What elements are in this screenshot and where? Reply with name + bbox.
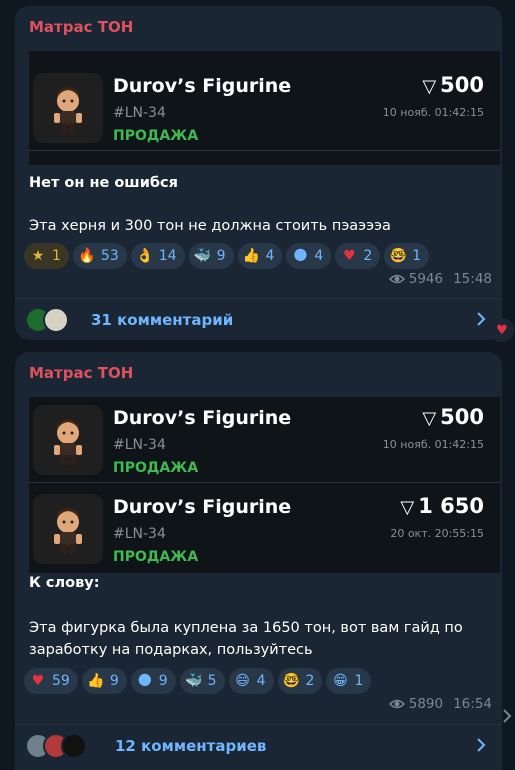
channel-name[interactable]: Матрас ТОН	[29, 364, 133, 382]
gift-price: ▽ 500	[422, 405, 484, 429]
channel-post: Матрас ТОН Durov’s Figurine #LN-34 ПРОДА…	[15, 6, 502, 340]
figurine-icon	[54, 419, 82, 465]
gift-code: #LN-34	[113, 437, 166, 453]
ton-icon: ▽	[400, 497, 415, 518]
post-time: 16:54	[453, 696, 492, 712]
reaction-chip[interactable]: ♥ 2	[335, 243, 381, 269]
channel-post: Матрас ТОН Durov’s Figurine #LN-34 ПРОДА…	[15, 352, 502, 770]
avatar	[61, 733, 87, 759]
post-text: Эта херня и 300 тон не должна стоить пэа…	[29, 218, 391, 234]
reaction-chip[interactable]: 😁 1	[326, 668, 372, 694]
sale-status: ПРОДАЖА	[113, 460, 199, 476]
figurine-icon	[54, 87, 82, 133]
gift-name: Durov’s Figurine	[113, 407, 292, 429]
gift-thumbnail	[33, 494, 103, 564]
comments-count[interactable]: 31 комментарий	[91, 311, 233, 329]
gift-price: ▽ 1 650	[400, 494, 484, 518]
fire-icon: 🔥	[78, 248, 96, 264]
sale-status: ПРОДАЖА	[113, 128, 199, 144]
post-text: К слову:	[29, 575, 100, 591]
whale-icon: 🐳	[193, 248, 212, 264]
sticker-face-icon: 😁	[333, 673, 348, 689]
reaction-chip[interactable]: 🐳 5	[179, 668, 225, 694]
reaction-chip[interactable]: 😄 4	[228, 668, 274, 694]
reaction-chip[interactable]: 👌 14	[130, 243, 185, 269]
reaction-chip[interactable]: 🤓 2	[277, 668, 323, 694]
gift-price: ▽ 500	[422, 73, 484, 97]
divider	[29, 482, 500, 483]
emoji-face-icon: 🌑	[293, 248, 308, 264]
gift-code: #LN-34	[113, 526, 166, 542]
figurine-icon	[54, 508, 82, 554]
nerd-face-icon: 🤓	[282, 673, 301, 689]
chevron-right-icon	[477, 738, 486, 752]
gift-thumbnail	[33, 405, 103, 475]
heart-icon: ♥	[343, 248, 356, 264]
avatar	[43, 307, 69, 333]
reaction-chip[interactable]: ♥ 59	[24, 668, 78, 694]
gift-cards-block: Durov’s Figurine #LN-34 ПРОДАЖА ▽ 500 10 …	[29, 51, 500, 165]
post-text: Нет он не ошибся	[29, 175, 178, 191]
heart-icon: ♥	[31, 673, 45, 689]
gift-name: Durov’s Figurine	[113, 496, 292, 518]
post-time: 15:48	[453, 271, 492, 287]
post-meta: 5946 15:48	[388, 271, 492, 287]
reaction-chip[interactable]: 🐳 9	[188, 243, 234, 269]
gift-card[interactable]: Durov’s Figurine #LN-34 ПРОДАЖА ▽ 1 650 2…	[29, 486, 500, 572]
views-count: 5946	[408, 271, 444, 287]
reaction-chip[interactable]: 👍 9	[81, 668, 127, 694]
post-text: Эта фигурка была куплена за 1650 тон, во…	[29, 620, 463, 658]
whale-icon: 🐳	[184, 673, 203, 689]
comments-count[interactable]: 12 комментариев	[115, 737, 266, 755]
sale-datetime: 10 нояб. 01:42:15	[382, 438, 484, 451]
sale-status: ПРОДАЖА	[113, 549, 199, 565]
reaction-chip[interactable]: 🤓 1	[384, 243, 430, 269]
star-icon: ★	[31, 248, 45, 264]
thumbs-up-icon: 👍	[242, 248, 261, 264]
nerd-face-icon: 🤓	[389, 248, 407, 264]
reactions-bar: ♥ 59 👍 9 🌑 9 🐳 5 😄 4 🤓 2 😁 1	[24, 668, 372, 694]
ton-icon: ▽	[422, 76, 437, 97]
gift-code: #LN-34	[113, 105, 166, 121]
chevron-right-icon	[477, 312, 486, 326]
gift-card[interactable]: Durov’s Figurine #LN-34 ПРОДАЖА ▽ 500 10 …	[29, 65, 500, 151]
reaction-chip[interactable]: 🌑 9	[130, 668, 176, 694]
emoji-face-icon: 🌑	[137, 673, 153, 689]
comments-bar[interactable]: 12 комментариев	[15, 724, 502, 766]
commenter-avatars	[25, 307, 69, 333]
channel-name[interactable]: Матрас ТОН	[29, 18, 133, 36]
thumbs-up-icon: 👍	[87, 673, 105, 689]
comments-bar[interactable]: 31 комментарий	[15, 298, 502, 340]
reaction-chip[interactable]: 👍 4	[237, 243, 283, 269]
grin-icon: 😄	[235, 673, 250, 689]
gift-thumbnail	[33, 73, 103, 143]
eye-icon	[388, 274, 405, 284]
reaction-chip[interactable]: ★ 1	[24, 243, 69, 269]
gift-card[interactable]: Durov’s Figurine #LN-34 ПРОДАЖА ▽ 500 10 …	[29, 397, 500, 483]
ton-icon: ▽	[422, 408, 437, 429]
sale-datetime: 10 нояб. 01:42:15	[382, 106, 484, 119]
heart-icon[interactable]: ♥	[490, 318, 514, 342]
gift-cards-block: Durov’s Figurine #LN-34 ПРОДАЖА ▽ 500 10 …	[29, 397, 500, 573]
views-count: 5890	[408, 696, 444, 712]
divider	[29, 150, 500, 151]
scroll-down-chevron-icon[interactable]	[500, 700, 515, 732]
reaction-chip[interactable]: 🌑 4	[286, 243, 332, 269]
reactions-bar: ★ 1 🔥 53 👌 14 🐳 9 👍 4 🌑 4 ♥ 2 🤓 1	[24, 243, 430, 269]
post-meta: 5890 16:54	[388, 696, 492, 712]
commenter-avatars	[25, 733, 87, 759]
sale-datetime: 20 окт. 20:55:15	[390, 527, 484, 540]
gift-name: Durov’s Figurine	[113, 75, 292, 97]
eye-icon	[388, 699, 405, 709]
ok-hand-icon: 👌	[136, 248, 154, 264]
reaction-chip[interactable]: 🔥 53	[72, 243, 127, 269]
